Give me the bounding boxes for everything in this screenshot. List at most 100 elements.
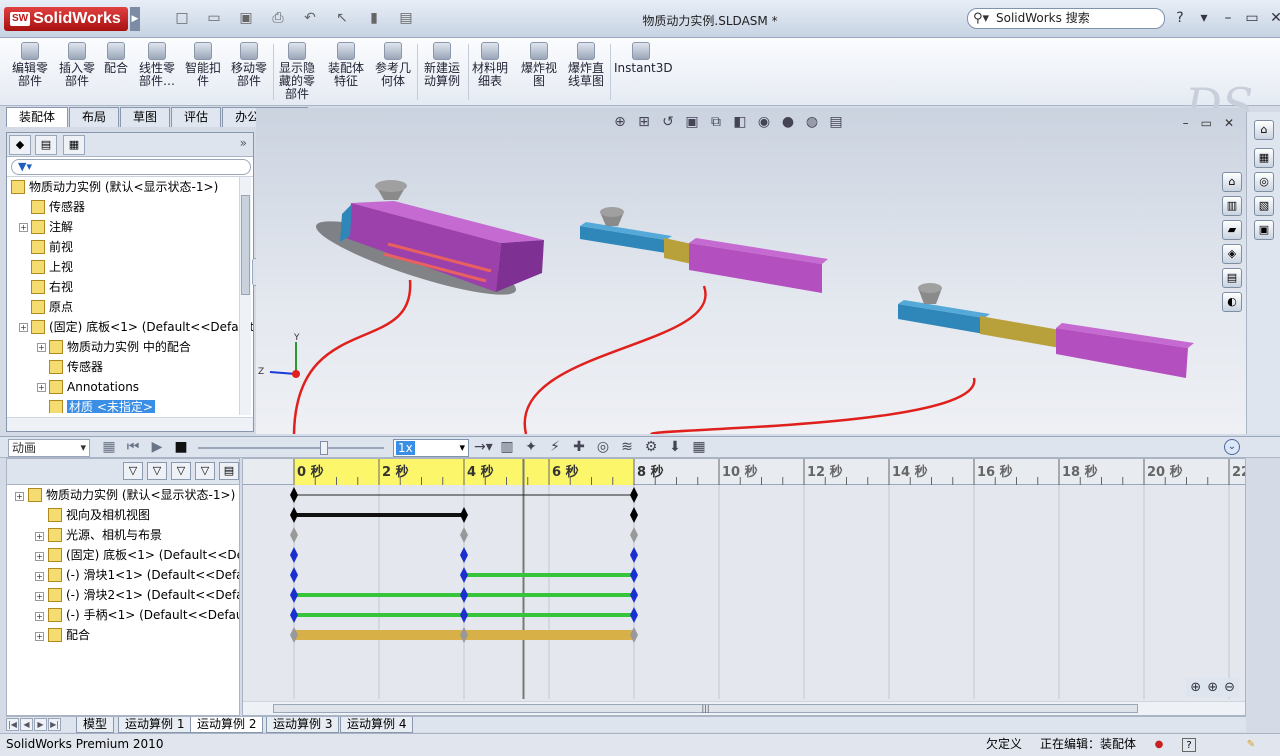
tree-item[interactable]: 材质 <未指定> xyxy=(49,397,155,413)
expand-icon[interactable]: + xyxy=(35,572,44,581)
ref-geometry-button[interactable]: 参考几何体 xyxy=(372,40,414,104)
animation-wizard-icon[interactable]: ✦ xyxy=(522,439,540,455)
solidworks-logo[interactable]: SW SolidWorks xyxy=(4,7,128,31)
expand-icon[interactable]: + xyxy=(15,492,24,501)
property-manager-tab[interactable]: ▤ xyxy=(35,135,57,155)
spring-icon[interactable]: ≋ xyxy=(618,439,636,455)
motion-tree-row[interactable]: + 配合 xyxy=(7,625,239,645)
new-document-icon[interactable]: □ xyxy=(170,10,194,26)
expand-icon[interactable]: + xyxy=(37,383,46,392)
slide-assembly-extended[interactable] xyxy=(898,283,1194,378)
tab-sketch[interactable]: 草图 xyxy=(120,107,171,127)
motion-tree-row[interactable]: + (-) 滑块1<1> (Default<<Default> xyxy=(7,565,239,585)
first-tab-icon[interactable]: |◀ xyxy=(6,718,19,731)
expand-icon[interactable]: + xyxy=(35,632,44,641)
zoom-out-timeline-icon[interactable]: ⊖ xyxy=(1224,680,1235,695)
mate-button[interactable]: 配合 xyxy=(100,40,132,104)
expand-icon[interactable]: + xyxy=(35,592,44,601)
add-key-icon[interactable]: ✚ xyxy=(570,439,588,455)
print-icon[interactable]: ⎙ xyxy=(266,10,290,26)
motor-icon[interactable]: ◎ xyxy=(594,439,612,455)
close-button[interactable]: ✕ xyxy=(1268,10,1280,26)
menu-expand-arrow[interactable]: ▶ xyxy=(130,7,140,31)
expand-icon[interactable]: + xyxy=(35,552,44,561)
motion-tree-row[interactable]: + 物质动力实例 (默认<显示状态-1>) xyxy=(7,485,239,505)
tree-vertical-scrollbar[interactable] xyxy=(239,177,251,415)
tree-item[interactable]: 右视 xyxy=(31,277,73,297)
stop-icon[interactable]: ■ xyxy=(172,439,190,455)
tab-evaluate[interactable]: 评估 xyxy=(171,107,222,127)
tab-layout[interactable]: 布局 xyxy=(69,107,120,127)
feature-manager-tab[interactable]: ◆ xyxy=(9,135,31,155)
timeline-scrollbar[interactable]: ||| xyxy=(243,701,1245,715)
save-icon[interactable]: ▣ xyxy=(234,10,258,26)
tab-motion-study-1[interactable]: 运动算例 1 xyxy=(118,717,192,733)
motion-tree-row[interactable]: + (-) 手柄<1> (Default<<Default> xyxy=(7,605,239,625)
expand-icon[interactable]: + xyxy=(35,532,44,541)
filter-input[interactable]: ▼▾ xyxy=(11,159,251,175)
undo-icon[interactable]: ↶ xyxy=(298,10,322,26)
zoom-in-timeline-icon[interactable]: ⊕ xyxy=(1207,680,1218,695)
select-icon[interactable]: ↖ xyxy=(330,10,354,26)
tree-item[interactable]: + 注解 xyxy=(19,217,73,237)
motion-tree-row[interactable]: + 光源、相机与布景 xyxy=(7,525,239,545)
open-document-icon[interactable]: ▭ xyxy=(202,10,226,26)
units-icon[interactable]: ? xyxy=(1182,738,1196,752)
resources-icon[interactable]: ⌂ xyxy=(1254,120,1274,140)
home-icon[interactable]: ⌂ xyxy=(1222,172,1242,192)
next-tab-icon[interactable]: ▶ xyxy=(34,718,47,731)
file-explorer-icon[interactable]: ◎ xyxy=(1254,172,1274,192)
filter-selected-icon[interactable]: ▽ xyxy=(171,462,191,480)
tab-assembly[interactable]: 装配体 xyxy=(6,107,69,127)
notes-icon[interactable]: ✎ xyxy=(1244,738,1258,752)
help-button[interactable]: ? xyxy=(1172,10,1188,26)
playback-mode-icon[interactable]: →▾ xyxy=(474,439,493,455)
tab-motion-study-2[interactable]: 运动算例 2 xyxy=(190,717,264,733)
color-wheel-icon[interactable]: ◐ xyxy=(1222,292,1242,312)
calculate-icon[interactable]: ▦ xyxy=(100,439,118,455)
tree-item[interactable]: + (固定) 底板<1> (Default<<Default> xyxy=(19,317,253,337)
tree-item[interactable]: 前视 xyxy=(31,237,73,257)
appearances-icon[interactable]: ▣ xyxy=(1254,220,1274,240)
tree-item[interactable]: + 物质动力实例 中的配合 xyxy=(37,337,191,357)
slider-knob[interactable] xyxy=(320,441,328,455)
restore-button[interactable]: ▭ xyxy=(1244,10,1260,26)
tab-motion-study-4[interactable]: 运动算例 4 xyxy=(340,717,414,733)
tree-item[interactable]: + Annotations xyxy=(37,377,139,397)
model-viewport[interactable]: Y Z xyxy=(256,108,1246,434)
expand-icon[interactable]: + xyxy=(35,612,44,621)
last-tab-icon[interactable]: ▶| xyxy=(48,718,61,731)
show-hidden-button[interactable]: 显示隐藏的零部件 xyxy=(276,40,318,104)
expand-icon[interactable]: + xyxy=(19,223,28,232)
prev-tab-icon[interactable]: ◀ xyxy=(20,718,33,731)
explode-line-sketch-button[interactable]: 爆炸直线草图 xyxy=(564,40,608,104)
rebuild-icon[interactable]: ▮ xyxy=(362,10,386,26)
motion-tree-row[interactable]: + (固定) 底板<1> (Default<<Default> xyxy=(7,545,239,565)
instant3d-button[interactable]: Instant3D xyxy=(614,40,673,104)
tree-item[interactable]: 传感器 xyxy=(31,197,85,217)
exploded-view-button[interactable]: 爆炸视图 xyxy=(518,40,560,104)
tree-item[interactable]: 物质动力实例 (默认<显示状态-1>) xyxy=(11,177,218,197)
rebuild-status-icon[interactable]: ● xyxy=(1152,738,1166,752)
library-icon[interactable]: ▥ xyxy=(1222,196,1242,216)
smart-fastener-button[interactable]: 智能扣件 xyxy=(182,40,224,104)
options-icon[interactable]: ▤ xyxy=(394,10,418,26)
playback-speed-select[interactable]: 1x xyxy=(393,439,469,457)
play-from-start-icon[interactable]: ⏮ xyxy=(124,439,142,455)
filter-results-icon[interactable]: ▽ xyxy=(195,462,215,480)
base-plate-model[interactable] xyxy=(311,180,544,308)
config-manager-tab[interactable]: ▦ xyxy=(63,135,85,155)
help-dropdown-icon[interactable]: ▾ xyxy=(1196,10,1212,26)
filter-driving-icon[interactable]: ▽ xyxy=(147,462,167,480)
tree-horizontal-scrollbar[interactable] xyxy=(7,417,253,431)
graphics-area[interactable]: ⊕ ⊞ ↺ ▣ ⧉ ◧ ◉ ● ◍ ▤ – ▭ ✕ Y Z xyxy=(256,108,1246,434)
edit-component-button[interactable]: 编辑零部件 xyxy=(8,40,52,104)
study-type-select[interactable]: 动画 xyxy=(8,439,90,457)
contact-icon[interactable]: ⚙ xyxy=(642,439,660,455)
search-input[interactable]: ⚲▾ SolidWorks 搜索 xyxy=(967,8,1165,29)
expand-panel-icon[interactable]: » xyxy=(240,136,247,150)
custom-properties-icon[interactable]: ▤ xyxy=(1222,268,1242,288)
expand-icon[interactable]: + xyxy=(19,323,28,332)
bom-button[interactable]: 材料明细表 xyxy=(470,40,510,104)
assembly-feature-button[interactable]: 装配体特征 xyxy=(324,40,368,104)
